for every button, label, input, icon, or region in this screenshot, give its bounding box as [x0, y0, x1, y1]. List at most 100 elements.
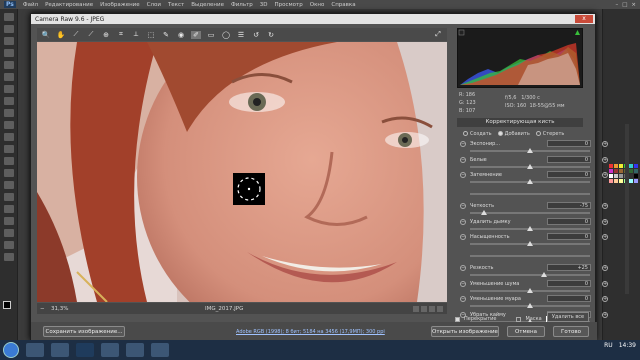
decrease-icon[interactable]: − [460, 172, 466, 178]
slider-value-field[interactable]: -75 [547, 202, 591, 209]
more-tools-icon[interactable] [4, 253, 14, 261]
photoshop-taskbar-icon[interactable] [76, 343, 94, 357]
cancel-button[interactable]: Отмена [507, 326, 545, 337]
overlay-checkbox[interactable] [455, 316, 460, 322]
increase-icon[interactable]: + [602, 172, 608, 178]
explorer-icon[interactable] [51, 343, 69, 357]
slider-value-field[interactable]: 0 [547, 171, 591, 178]
decrease-icon[interactable]: − [460, 156, 466, 163]
slider-value-field[interactable]: 0 [547, 295, 591, 302]
hand-tool-icon[interactable] [4, 229, 14, 237]
swatches-panel[interactable] [609, 164, 639, 183]
mode-add[interactable]: Добавить [497, 130, 530, 137]
quick-select-tool-icon[interactable] [4, 49, 14, 57]
slider-thumb[interactable] [527, 287, 533, 293]
shape-tool-icon[interactable] [4, 217, 14, 225]
rotate-right-icon[interactable]: ↻ [266, 31, 276, 39]
eyedropper-tool-icon[interactable] [4, 73, 14, 81]
decrease-icon[interactable]: − [460, 280, 466, 287]
menu-layers[interactable]: Слои [147, 2, 161, 8]
zoom-icon[interactable]: 🔍 [41, 31, 51, 39]
increase-icon[interactable]: + [602, 296, 608, 302]
type-tool-icon[interactable] [4, 193, 14, 201]
workflow-options-link[interactable]: Adobe RGB (1998); 8 бит; 5184 на 3456 (1… [236, 329, 385, 335]
slider-track[interactable] [470, 192, 590, 195]
increase-icon[interactable]: + [602, 311, 608, 318]
slider-thumb[interactable] [481, 210, 488, 215]
done-button[interactable]: Готово [553, 326, 589, 337]
menu-view[interactable]: Просмотр [275, 2, 303, 8]
slider-value-field[interactable]: 0 [547, 279, 591, 287]
dodge-tool-icon[interactable] [4, 169, 14, 177]
increase-icon[interactable]: + [602, 265, 608, 271]
move-tool-icon[interactable] [4, 13, 14, 21]
foreground-color-swatch[interactable] [3, 301, 11, 309]
menu-filter[interactable]: Фильтр [231, 2, 253, 8]
slider-thumb[interactable] [527, 179, 533, 184]
decrease-icon[interactable]: − [460, 265, 466, 271]
copy-settings-icon[interactable] [437, 305, 443, 312]
dialog-close-button[interactable]: x [575, 15, 593, 23]
language-indicator[interactable]: RU [604, 342, 613, 349]
menu-file[interactable]: Файл [23, 2, 38, 8]
lasso-tool-icon[interactable] [4, 37, 14, 45]
clock[interactable]: 14:39 [619, 342, 636, 349]
minimize-icon[interactable]: – [615, 2, 618, 8]
slider-thumb[interactable] [527, 225, 533, 231]
brush-tool-icon[interactable] [4, 97, 14, 105]
slider-value-field[interactable]: 0 [547, 217, 591, 225]
slider-value-field[interactable]: 0 [547, 155, 591, 163]
mask-checkbox[interactable] [516, 316, 522, 322]
ie-icon[interactable] [26, 343, 44, 357]
increase-icon[interactable]: + [602, 141, 608, 147]
close-window-icon[interactable]: × [631, 2, 636, 8]
zoom-level[interactable]: 31,3% [51, 306, 68, 312]
slider-value-field[interactable]: +25 [547, 264, 591, 271]
slider-track[interactable] [470, 254, 590, 257]
slider-track[interactable] [470, 274, 590, 276]
history-brush-tool-icon[interactable] [4, 121, 14, 129]
zoom-tool-icon[interactable] [4, 241, 14, 249]
rotate-left-icon[interactable]: ↺ [251, 31, 261, 39]
blur-tool-icon[interactable] [4, 157, 14, 165]
hand-icon[interactable]: ✋ [56, 31, 66, 39]
menu-image[interactable]: Изображение [100, 2, 140, 8]
graduated-filter-icon[interactable]: ▭ [206, 31, 216, 39]
slider-thumb[interactable] [527, 241, 533, 246]
target-adjust-icon[interactable]: ⊕ [101, 31, 111, 39]
view-mode-icon[interactable] [413, 305, 419, 312]
crop-tool-icon[interactable] [4, 61, 14, 69]
menu-help[interactable]: Справка [331, 2, 355, 8]
start-button[interactable] [3, 342, 19, 358]
transform-icon[interactable]: ⬚ [146, 31, 156, 39]
mode-erase[interactable]: Стереть [535, 130, 564, 137]
decrease-icon[interactable]: − [460, 234, 466, 240]
app-icon[interactable] [151, 343, 169, 357]
spot-removal-icon[interactable]: ✎ [161, 31, 171, 39]
slider-track[interactable] [470, 212, 590, 214]
menu-select[interactable]: Выделение [191, 2, 224, 8]
menu-3d[interactable]: 3D [260, 2, 268, 8]
pen-tool-icon[interactable] [4, 181, 14, 189]
eraser-tool-icon[interactable] [4, 133, 14, 141]
increase-icon[interactable]: + [602, 234, 608, 240]
increase-icon[interactable]: + [602, 203, 608, 209]
menu-edit[interactable]: Редактирование [45, 2, 93, 8]
menu-text[interactable]: Текст [168, 2, 184, 8]
increase-icon[interactable]: + [602, 156, 608, 163]
slider-thumb[interactable] [527, 148, 533, 153]
maximize-icon[interactable]: □ [622, 2, 627, 8]
slider-value-field[interactable]: 0 [547, 140, 591, 147]
increase-icon[interactable]: + [602, 218, 608, 225]
zoom-out-button[interactable]: − [40, 306, 45, 312]
panel-scrollbar[interactable] [625, 124, 629, 294]
slider-thumb[interactable] [527, 303, 533, 308]
preferences-icon[interactable]: ☰ [236, 31, 246, 39]
stamp-tool-icon[interactable] [4, 109, 14, 117]
radial-filter-icon[interactable]: ◯ [221, 31, 231, 39]
fullscreen-icon[interactable]: ⤢ [433, 30, 443, 39]
path-select-tool-icon[interactable] [4, 205, 14, 213]
remove-all-button[interactable]: Удалить все [547, 312, 589, 322]
mode-new[interactable]: Создать [463, 130, 492, 137]
gradient-tool-icon[interactable] [4, 145, 14, 153]
